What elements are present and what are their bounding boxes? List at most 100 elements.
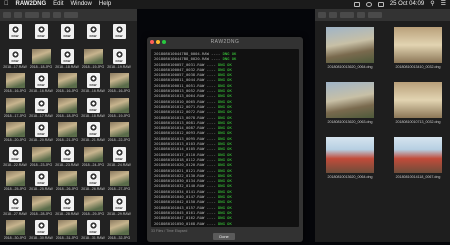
file-item[interactable]: RAW 2018...16.RAW	[29, 73, 53, 98]
view-mode-control[interactable]	[340, 12, 354, 18]
log-file: 2018080100447B8_0020.RAW	[154, 56, 209, 62]
file-item[interactable]: 2018...22.JPG	[108, 122, 130, 147]
file-item[interactable]: 2018...20.JPG	[4, 122, 26, 147]
conversion-log[interactable]: 2018080100447B8_0004.RAW ---- DNG OK 2018…	[151, 49, 299, 227]
file-item[interactable]: RAW 2018...17.RAW	[3, 48, 27, 74]
file-item[interactable]: 2018...19.JPG	[82, 48, 104, 74]
status-icon[interactable]	[353, 2, 360, 7]
share-button[interactable]	[53, 12, 61, 18]
file-item[interactable]: RAW 2018...16.RAW	[81, 73, 105, 98]
file-item[interactable]: 2018...16.JPG	[4, 73, 26, 98]
search-icon[interactable]: ⚲	[430, 0, 434, 9]
file-item[interactable]: RAW 2018...27.RAW	[3, 195, 27, 221]
view-mode-control[interactable]	[25, 12, 39, 18]
file-item[interactable]: 2018...17.JPG	[4, 97, 26, 123]
file-item[interactable]: RAW 2018...20.RAW	[29, 122, 53, 147]
file-item[interactable]: RAW 2018...22.RAW	[3, 146, 27, 172]
back-button[interactable]	[3, 12, 11, 18]
file-item[interactable]: RAW 2018...30.RAW	[29, 220, 53, 245]
file-item[interactable]: RAW 2018...17.RAW	[29, 97, 53, 123]
file-name: 2018...29.JPG	[81, 211, 105, 216]
menu-edit[interactable]: Edit	[53, 0, 63, 9]
wifi-icon[interactable]	[365, 2, 372, 7]
file-item[interactable]: 2018...21.JPG	[56, 122, 78, 147]
image-thumbnail	[5, 122, 25, 137]
file-item[interactable]: 2018...23.JPG	[29, 146, 53, 172]
back-button[interactable]	[318, 12, 326, 18]
dng-file-item[interactable]: 20180810013620_0064.dng	[319, 27, 381, 82]
file-item[interactable]: RAW	[108, 24, 130, 49]
file-item[interactable]: RAW 2018...21.RAW	[81, 122, 105, 147]
file-name: 2018...16.JPG	[55, 89, 79, 93]
log-file: 2018080100057_0031.RAW	[154, 61, 205, 67]
file-item[interactable]: RAW	[30, 24, 52, 49]
file-item[interactable]: 2018...32.JPG	[108, 220, 130, 245]
file-item[interactable]: RAW 2018...23.RAW	[55, 146, 79, 172]
file-item[interactable]: 2018...27.JPG	[108, 171, 130, 196]
apple-menu-icon[interactable]: 	[4, 0, 9, 9]
file-item[interactable]: RAW 2018...18.RAW	[55, 48, 79, 74]
raw-file-icon: RAW	[112, 146, 126, 162]
dng-file-item[interactable]: 20180810013410_0032.dng	[387, 27, 449, 82]
log-result: DNG OK	[218, 88, 232, 94]
raw-file-icon: RAW	[8, 24, 22, 39]
file-item[interactable]: RAW	[56, 24, 78, 49]
battery-icon[interactable]	[377, 2, 384, 7]
file-item[interactable]: RAW 2018...28.RAW	[55, 195, 79, 221]
done-button[interactable]: Done	[213, 233, 235, 240]
file-item[interactable]: 2018...26.JPG	[56, 171, 78, 196]
image-thumbnail	[109, 220, 129, 235]
log-result: DNG OK	[218, 125, 232, 131]
file-name: 2018...32.JPG	[107, 236, 131, 240]
log-result: DNG OK	[218, 61, 232, 67]
file-item[interactable]: RAW	[82, 24, 104, 49]
file-item[interactable]: 2018...16.JPG	[108, 73, 130, 98]
forward-button[interactable]	[14, 12, 22, 18]
file-item[interactable]: 2018...18.JPG	[56, 97, 78, 123]
log-file: 2018080101018_0112.RAW	[154, 156, 205, 162]
file-name: 2018...23.RAW	[55, 162, 79, 167]
file-name: 2018...23.JPG	[29, 162, 53, 167]
file-item[interactable]: 2018...25.JPG	[4, 171, 26, 196]
menu-clock[interactable]: 25 Oct 04:09	[390, 0, 424, 9]
file-item[interactable]: RAW 2018...18.RAW	[81, 97, 105, 123]
arrange-button[interactable]	[357, 12, 365, 18]
raw-badge: RAW	[115, 205, 123, 210]
file-item[interactable]: 2018...16.JPG	[56, 73, 78, 98]
search-field[interactable]	[64, 12, 78, 18]
file-item[interactable]: RAW 2018...25.RAW	[29, 171, 53, 196]
file-name: 2018...21.RAW	[81, 138, 105, 142]
search-field[interactable]	[368, 12, 382, 18]
log-result: DNG OK	[218, 204, 232, 210]
app-menu[interactable]: RAW2DNG	[16, 0, 47, 9]
file-name: 2018...20.JPG	[3, 138, 27, 142]
file-item[interactable]: RAW 2018...26.RAW	[81, 171, 105, 196]
file-item[interactable]: 2018...28.JPG	[30, 195, 52, 221]
raw-file-icon: RAW	[34, 97, 48, 113]
file-item[interactable]: 2018...24.JPG	[82, 146, 104, 172]
log-result: DNG OK	[218, 162, 232, 168]
dng-file-item[interactable]: 20180810013620_0064.dng	[319, 137, 381, 192]
raw-badge: RAW	[37, 107, 45, 112]
file-item[interactable]: 2018...19.JPG	[108, 97, 130, 123]
menu-window[interactable]: Window	[71, 0, 92, 9]
file-item[interactable]: RAW 2018...24.RAW	[107, 146, 131, 172]
dng-file-item[interactable]: 20180810013620_0063.dng	[319, 82, 381, 137]
file-item[interactable]: RAW 2018...31.RAW	[81, 220, 105, 245]
file-item[interactable]: 2018...29.JPG	[81, 195, 105, 221]
file-item[interactable]: RAW 2018...19.RAW	[107, 48, 131, 74]
file-name: 2018...16.JPG	[3, 89, 27, 93]
menu-help[interactable]: Help	[99, 0, 111, 9]
file-item[interactable]: 2018...18.JPG	[30, 48, 52, 74]
file-item[interactable]: RAW 2018...29.RAW	[107, 195, 131, 221]
control-center-icon[interactable]: ☰	[441, 0, 446, 9]
file-item[interactable]: 2018...31.JPG	[56, 220, 78, 245]
log-file: 2018080100013_0052.RAW	[154, 88, 205, 94]
dng-file-item[interactable]: 20180810014118_0067.dng	[387, 137, 449, 192]
dng-file-item[interactable]: 20180810010713_0032.dng	[387, 82, 449, 137]
file-item[interactable]: RAW	[4, 24, 26, 49]
arrange-button[interactable]	[42, 12, 50, 18]
dng-thumbnail	[394, 27, 442, 63]
forward-button[interactable]	[329, 12, 337, 18]
file-item[interactable]: 2018...30.JPG	[4, 220, 26, 245]
